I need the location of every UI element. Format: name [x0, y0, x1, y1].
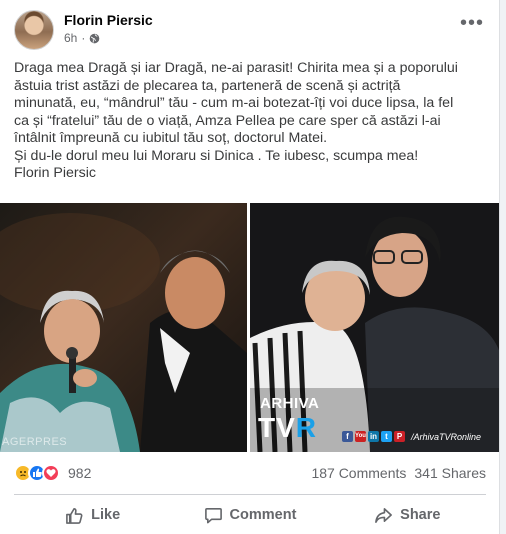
share-label: Share — [400, 507, 441, 523]
like-label: Like — [91, 507, 121, 523]
author-name[interactable]: Florin Piersic — [64, 12, 153, 28]
like-button[interactable]: Like — [14, 498, 171, 532]
post-text-line: Și du-le dorul meu lui Moraru si Dinica … — [14, 147, 419, 164]
linkedin-icon: in — [368, 431, 379, 442]
photo-left[interactable]: AGERPRES — [0, 203, 247, 452]
reactions-summary[interactable]: 982 — [14, 464, 91, 482]
post-text-line: Florin Piersic — [14, 165, 96, 181]
arhiva-label: ARHIVA — [260, 395, 320, 412]
social-icons-row: f You in t P /ArhivaTVRonline — [342, 431, 481, 442]
post-text-line: Draga mea Dragă și iar Dragă, ne-ai para… — [14, 60, 458, 76]
comments-count[interactable]: 187 Comments — [311, 465, 406, 481]
tvr-logo-suffix: R — [295, 412, 318, 443]
facebook-icon: f — [342, 431, 353, 442]
comment-label: Comment — [229, 507, 297, 523]
tvr-logo-prefix: TV — [258, 412, 296, 443]
post-text-line: întâlnit împreună cu iubitul tău soț, do… — [14, 130, 328, 146]
post-card: Florin Piersic 6h · ••• Draga mea Dragă … — [0, 0, 500, 534]
love-reaction-icon — [42, 464, 60, 482]
comment-button[interactable]: Comment — [171, 498, 328, 532]
meta-separator: · — [81, 31, 86, 45]
post-meta: 6h · — [64, 31, 100, 45]
social-handle: /ArhivaTVRonline — [411, 431, 482, 442]
share-button[interactable]: Share — [329, 498, 486, 532]
shares-count[interactable]: 341 Shares — [414, 465, 486, 481]
post-text-line: ăstuia trist astăzi de plecarea ta, part… — [14, 77, 401, 94]
post-text: Draga mea Dragă și iar Dragă, ne-ai para… — [14, 60, 492, 183]
like-icon — [66, 507, 83, 524]
share-icon — [375, 507, 393, 523]
reaction-count[interactable]: 982 — [68, 465, 91, 481]
post-header: Florin Piersic 6h · ••• — [14, 10, 486, 52]
post-text-line: ca și “fratelui” tău de o viață, Amza Pe… — [14, 112, 441, 129]
more-options-button[interactable]: ••• — [458, 13, 486, 38]
author-avatar[interactable] — [14, 10, 54, 50]
post-actions: Like Comment Share — [14, 498, 486, 532]
photo-right[interactable]: ARHIVA TVR f You in t P /ArhivaTVRonline — [250, 203, 499, 452]
tvr-logo: TVR — [258, 412, 317, 444]
post-stats: 982 187 Comments 341 Shares — [14, 462, 486, 486]
youtube-icon: You — [355, 431, 366, 442]
twitter-icon: t — [381, 431, 392, 442]
post-text-line: minunată, eu, “mândrul” tău - cum m-ai b… — [14, 95, 454, 111]
comment-icon — [204, 507, 222, 523]
engagement-counts: 187 Comments 341 Shares — [311, 465, 486, 481]
photo-left-illustration — [0, 213, 247, 452]
post-time[interactable]: 6h — [64, 31, 77, 45]
pinterest-icon: P — [394, 431, 405, 442]
globe-icon[interactable] — [89, 33, 100, 44]
post-photos: AGERPRES ARHIVA TVR f You in t P /Arhiva… — [0, 203, 499, 452]
photo-watermark: AGERPRES — [2, 436, 68, 448]
actions-divider — [14, 494, 486, 495]
